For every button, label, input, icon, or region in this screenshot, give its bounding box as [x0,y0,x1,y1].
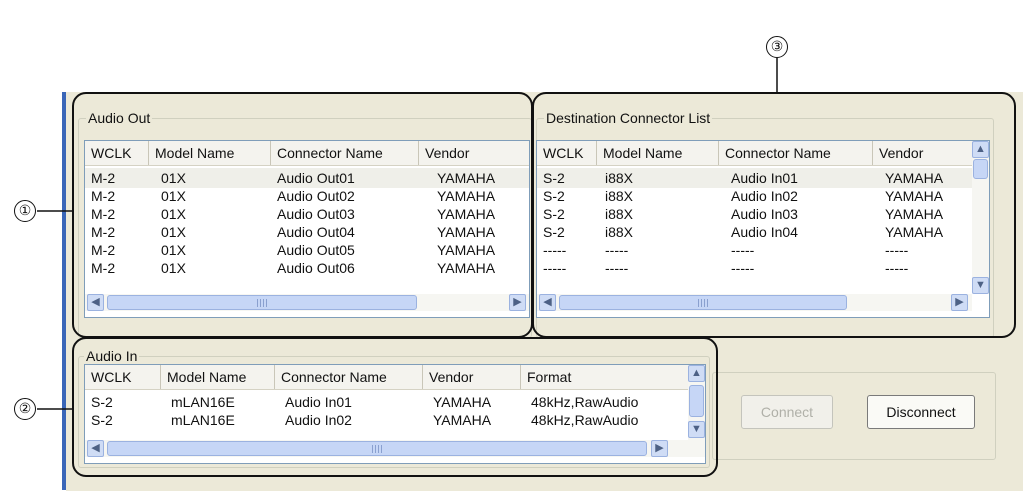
callout-3: ③ [766,36,788,58]
callout-1: ① [14,200,36,222]
callout-2: ② [14,398,36,420]
callout-leaders [37,58,778,410]
